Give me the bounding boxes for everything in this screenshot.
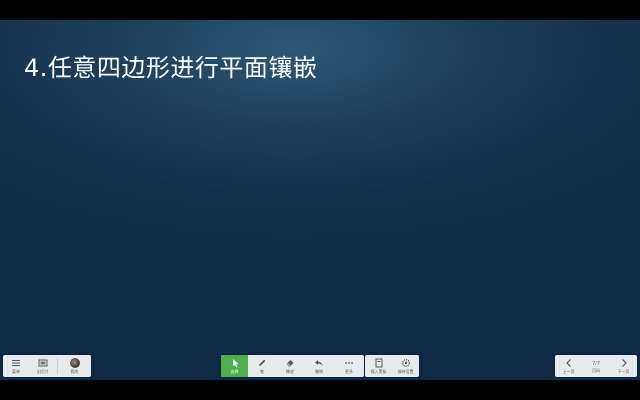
settings-icon: [401, 359, 410, 367]
chevron-left-icon: [565, 359, 571, 367]
undo-label: 撤销: [315, 369, 323, 374]
settings-button[interactable]: 放映设置: [392, 355, 419, 377]
undo-icon: [315, 360, 323, 367]
select-tool-label: 选择: [230, 369, 239, 374]
cursor-icon: [232, 359, 238, 368]
more-label: 更多: [345, 369, 353, 374]
blackboard-label: 插入黑板: [370, 369, 387, 374]
profile-label: 我的: [70, 369, 79, 374]
menu-button[interactable]: 菜单: [3, 355, 29, 377]
next-page-button[interactable]: 下一页: [610, 355, 637, 377]
settings-label: 放映设置: [397, 369, 414, 374]
menu-label: 菜单: [12, 369, 20, 374]
chevron-right-icon: [621, 359, 627, 367]
slide-title: 4.任意四边形进行平面镶嵌: [24, 54, 318, 82]
more-button[interactable]: 更多: [334, 355, 364, 377]
slides-label: 幻灯片: [37, 369, 49, 374]
select-tool-button[interactable]: 选择: [221, 355, 248, 377]
pen-tool-label: 笔: [260, 369, 264, 374]
more-icon: [345, 362, 353, 364]
profile-button[interactable]: 我的: [58, 355, 91, 377]
eraser-tool-button[interactable]: 橡皮: [276, 355, 304, 377]
slides-icon: [38, 359, 48, 367]
page-label: 页码: [592, 367, 600, 373]
menu-icon: [12, 360, 20, 366]
next-page-label: 下一页: [617, 369, 630, 374]
top-letterbox: [0, 0, 640, 20]
toolbar-left: 菜单 幻灯片 我的: [3, 355, 91, 377]
eraser-icon: [286, 360, 294, 367]
toolbar-nav: 上一页 7/7 页码 下一页: [555, 355, 637, 377]
slides-button[interactable]: 幻灯片: [29, 355, 57, 377]
blackboard-icon: [375, 358, 382, 368]
pen-icon: [259, 359, 266, 366]
slide-canvas: 4.任意四边形进行平面镶嵌: [0, 20, 640, 380]
blackboard-button[interactable]: 插入黑板: [365, 355, 392, 377]
bottom-letterbox: [0, 380, 640, 400]
pen-tool-button[interactable]: 笔: [248, 355, 276, 377]
toolbar-center: 选择 笔 橡皮 撤销 更多: [221, 355, 364, 377]
prev-page-label: 上一页: [562, 369, 575, 374]
page-number: 7/7: [591, 360, 601, 367]
toolbar-center-extra: 插入黑板 放映设置: [365, 355, 419, 377]
page-indicator[interactable]: 7/7 页码: [582, 355, 610, 377]
prev-page-button[interactable]: 上一页: [555, 355, 582, 377]
undo-button[interactable]: 撤销: [304, 355, 334, 377]
eraser-tool-label: 橡皮: [286, 369, 294, 374]
avatar-icon: [69, 358, 80, 368]
